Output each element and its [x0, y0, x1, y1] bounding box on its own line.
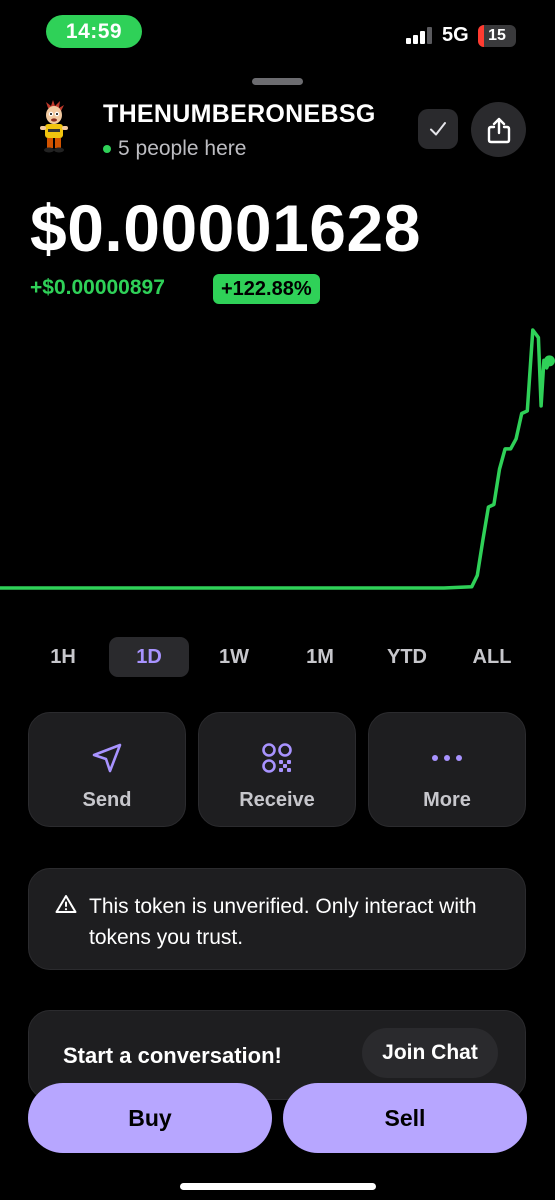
- more-button[interactable]: More: [368, 712, 526, 827]
- home-indicator: [180, 1183, 376, 1190]
- share-button[interactable]: [471, 102, 526, 157]
- online-dot-icon: [103, 145, 111, 153]
- cellular-signal-icon: [406, 26, 436, 44]
- price-chart[interactable]: [0, 320, 555, 610]
- join-chat-button[interactable]: Join Chat: [362, 1028, 498, 1078]
- unverified-token-warning: This token is unverified. Only interact …: [28, 868, 526, 970]
- send-arrow-icon: [90, 741, 124, 775]
- cartoon-mascot-icon: [32, 100, 76, 154]
- token-price: $0.00001628: [30, 191, 421, 265]
- range-tab-all[interactable]: ALL: [462, 637, 522, 677]
- status-bar: 14:59 5G 15: [0, 0, 555, 60]
- current-price-dot: [543, 355, 555, 367]
- checkmark-icon: [430, 122, 446, 136]
- status-time: 14:59: [46, 15, 142, 48]
- presence-status: 5 people here: [103, 137, 246, 161]
- share-icon: [487, 117, 510, 143]
- range-tab-1d[interactable]: 1D: [109, 637, 189, 677]
- receive-button[interactable]: Receive: [198, 712, 356, 827]
- buy-button[interactable]: Buy: [28, 1083, 272, 1153]
- receive-label: Receive: [239, 789, 315, 811]
- range-tab-1h[interactable]: 1H: [34, 637, 92, 677]
- warning-text: This token is unverified. Only interact …: [89, 895, 477, 949]
- range-tab-1m[interactable]: 1M: [290, 637, 350, 677]
- network-type: 5G: [442, 24, 469, 46]
- more-label: More: [423, 789, 471, 811]
- send-label: Send: [82, 789, 132, 811]
- range-tab-1w[interactable]: 1W: [204, 637, 264, 677]
- warning-triangle-icon: [55, 895, 77, 913]
- more-dots-icon: [429, 741, 465, 775]
- time-range-tabs: 1H 1D 1W 1M YTD ALL: [0, 637, 555, 679]
- qr-code-icon: [260, 741, 294, 775]
- sell-button[interactable]: Sell: [283, 1083, 527, 1153]
- range-tab-ytd[interactable]: YTD: [372, 637, 442, 677]
- battery-level: [478, 25, 484, 47]
- price-line: [0, 328, 552, 590]
- verify-button[interactable]: [418, 109, 458, 149]
- price-change-amount: +$0.00000897: [30, 276, 165, 299]
- sheet-grabber[interactable]: [252, 78, 303, 85]
- price-change-percent-badge: +122.88%: [213, 274, 320, 304]
- chat-prompt: Start a conversation!: [63, 1043, 282, 1068]
- token-name: THENUMBERONEBSG: [103, 100, 376, 128]
- presence-text: 5 people here: [118, 137, 247, 160]
- battery-icon: 15: [478, 25, 516, 47]
- battery-percent: 15: [488, 27, 506, 44]
- send-button[interactable]: Send: [28, 712, 186, 827]
